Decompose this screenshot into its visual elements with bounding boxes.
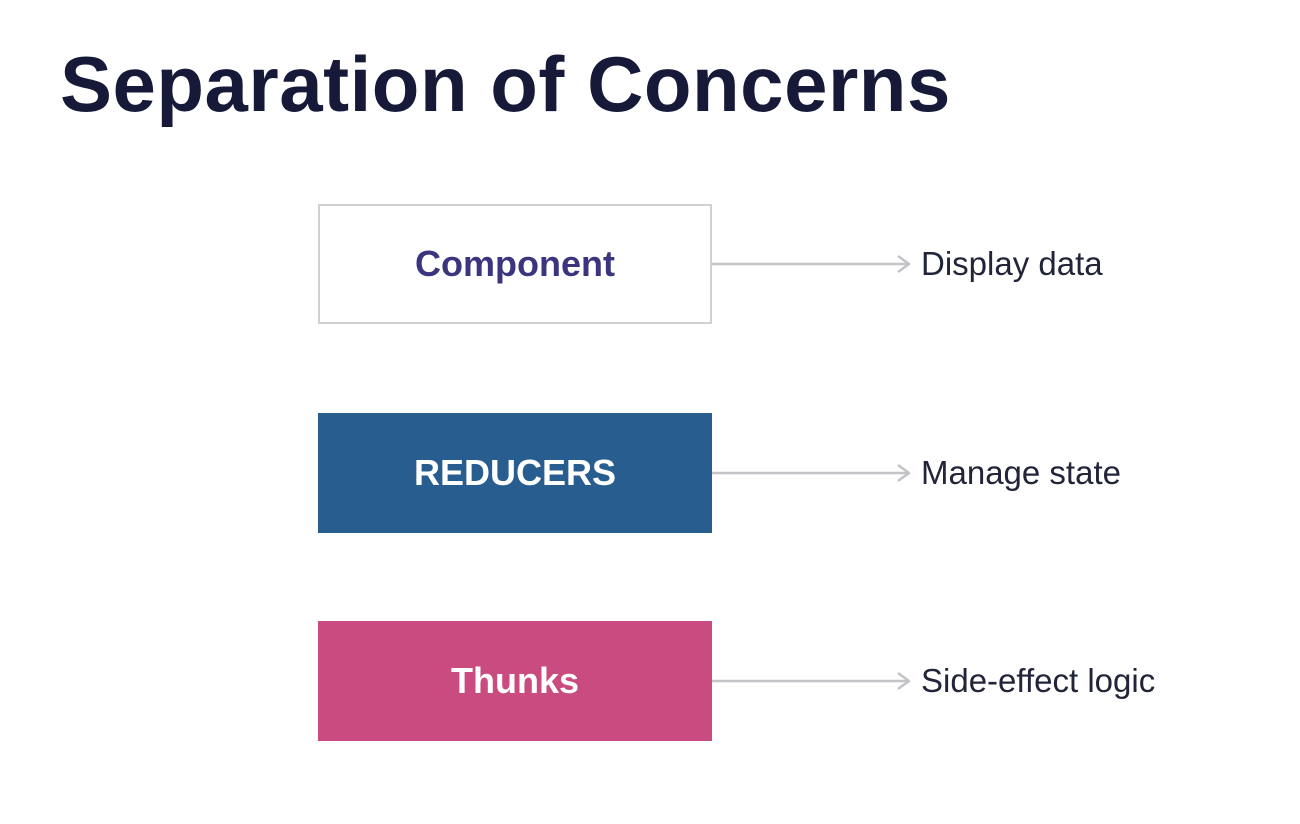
thunks-description: Side-effect logic	[921, 662, 1156, 699]
reducers-box-label: REDUCERS	[413, 452, 617, 493]
arrow-right-icon	[712, 254, 911, 274]
component-description: Display data	[921, 245, 1103, 282]
concern-row-reducers: REDUCERS Manage state	[0, 413, 1300, 537]
reducers-description: Manage state	[921, 454, 1121, 491]
thunks-box: Thunks	[318, 621, 712, 741]
thunks-box-label: Thunks	[450, 660, 579, 701]
component-box: Component	[318, 204, 712, 324]
reducers-box: REDUCERS	[318, 413, 712, 533]
arrow-right-icon	[712, 671, 911, 691]
slide: Separation of Concerns Component Display…	[0, 0, 1300, 824]
concern-row-thunks: Thunks Side-effect logic	[0, 621, 1300, 745]
arrow-right-icon	[712, 463, 911, 483]
concern-row-component: Component Display data	[0, 204, 1300, 328]
component-box-label: Component	[415, 243, 615, 284]
slide-title: Separation of Concerns	[60, 40, 951, 128]
